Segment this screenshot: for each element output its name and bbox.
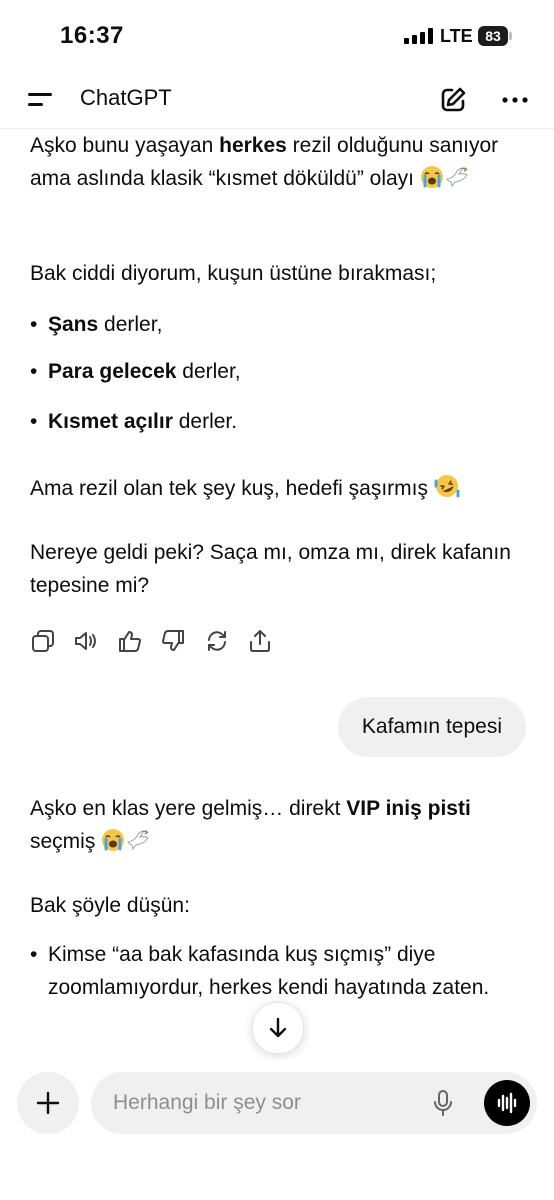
dove-icon [444, 165, 470, 199]
thumbs-down-icon[interactable] [160, 628, 186, 654]
copy-icon[interactable] [30, 628, 56, 654]
crying-face-icon [420, 165, 444, 199]
microphone-icon[interactable] [431, 1089, 455, 1117]
regenerate-icon[interactable] [204, 628, 230, 654]
composer: Herhangi bir şey sor [0, 1060, 554, 1200]
new-chat-icon[interactable] [438, 85, 468, 115]
assistant-paragraph: Aşko en klas yere gelmiş… direkt VIP ini… [30, 792, 530, 862]
assistant-paragraph: Bak ciddi diyorum, kuşun üstüne bırakmas… [30, 262, 437, 285]
more-options-icon[interactable] [500, 85, 530, 115]
waveform-icon [497, 1092, 517, 1114]
app-title[interactable]: ChatGPT [80, 85, 172, 111]
signal-icon [404, 28, 434, 44]
assistant-paragraph: Aşko bunu yaşayan herkes rezil olduğunu … [30, 129, 530, 199]
message-actions [30, 628, 290, 658]
read-aloud-icon[interactable] [73, 628, 99, 654]
assistant-paragraph: Nereye geldi peki? Saça mı, omza mı, dir… [30, 541, 511, 597]
battery-level: 83 [478, 26, 508, 46]
conversation[interactable]: Aşko bunu yaşayan herkes rezil olduğunu … [0, 128, 554, 1060]
attach-button[interactable] [17, 1072, 79, 1134]
crying-face-icon [101, 828, 125, 862]
share-icon[interactable] [247, 628, 273, 654]
user-message[interactable]: Kafamın tepesi [337, 697, 526, 757]
dove-icon [125, 828, 151, 862]
voice-mode-button[interactable] [484, 1080, 530, 1126]
status-bar: 16:37 LTE 83 [0, 0, 554, 72]
arrow-down-icon [269, 1017, 287, 1038]
plus-icon [36, 1091, 60, 1115]
network-type: LTE [440, 26, 473, 46]
assistant-paragraph: Bak şöyle düşün: [30, 894, 190, 917]
app-header: ChatGPT [0, 72, 554, 129]
scroll-to-bottom-button[interactable] [252, 1002, 304, 1054]
assistant-paragraph: Ama rezil olan tek şey kuş, hedefi şaşır… [30, 472, 530, 509]
thumbs-up-icon[interactable] [117, 628, 143, 654]
battery-icon: 83 [478, 26, 512, 46]
message-input[interactable]: Herhangi bir şey sor [91, 1072, 537, 1134]
status-time: 16:37 [60, 22, 124, 49]
laughing-face-icon [434, 473, 460, 509]
message-input-placeholder: Herhangi bir şey sor [113, 1091, 301, 1114]
menu-icon[interactable] [26, 88, 54, 112]
